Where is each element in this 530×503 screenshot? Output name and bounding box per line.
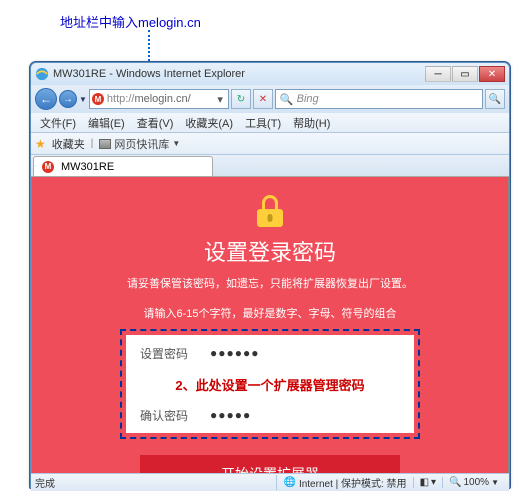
address-bar[interactable]: M http:// melogin.cn/ ▾ (89, 89, 229, 109)
maximize-button[interactable]: ▭ (452, 66, 478, 82)
window-controls: ─ ▭ ✕ (425, 66, 505, 82)
menu-file[interactable]: 文件(F) (35, 113, 81, 133)
ie-window: MW301RE - Windows Internet Explorer ─ ▭ … (30, 62, 510, 488)
favorites-star-icon[interactable]: ★ (35, 137, 46, 151)
page-subtitle: 请妥善保管该密码，如遗忘，只能将扩展器恢复出厂设置。 (32, 275, 508, 291)
search-placeholder: Bing (297, 93, 319, 105)
window-title: MW301RE - Windows Internet Explorer (53, 68, 425, 80)
search-icon: 🔍 (280, 93, 294, 106)
zoom-control[interactable]: 🔍 100% ▼ (442, 477, 505, 488)
tab-label: MW301RE (61, 161, 114, 173)
url-scheme: http:// (107, 93, 135, 105)
feed-icon (99, 139, 111, 149)
browser-tab[interactable]: M MW301RE (33, 156, 213, 176)
nav-dropdown-icon[interactable]: ▼ (79, 95, 87, 104)
lock-icon (255, 195, 285, 225)
back-button[interactable]: ← (35, 88, 57, 110)
zoom-value: 100% (464, 477, 490, 488)
password-input[interactable]: ●●●●●● (210, 346, 260, 360)
site-favicon-icon: M (92, 93, 104, 105)
favorites-label[interactable]: 收藏夹 (52, 136, 85, 152)
menu-help[interactable]: 帮助(H) (288, 113, 335, 133)
stop-button[interactable]: ✕ (253, 89, 273, 109)
titlebar: MW301RE - Windows Internet Explorer ─ ▭ … (31, 63, 509, 85)
refresh-button[interactable]: ↻ (231, 89, 251, 109)
page-title: 设置登录密码 (32, 235, 508, 267)
password-row: 设置密码 ●●●●●● (126, 335, 414, 371)
confirm-label: 确认密码 (140, 407, 210, 424)
nav-toolbar: ← → ▼ M http:// melogin.cn/ ▾ ↻ ✕ 🔍 Bing… (31, 85, 509, 113)
globe-icon: 🌐 (283, 477, 295, 488)
search-box[interactable]: 🔍 Bing (275, 89, 483, 109)
confirm-input[interactable]: ●●●●● (210, 408, 251, 422)
page-content: 设置登录密码 请妥善保管该密码，如遗忘，只能将扩展器恢复出厂设置。 请输入6-1… (31, 177, 509, 473)
menu-favorites[interactable]: 收藏夹(A) (180, 113, 238, 133)
favorites-item-label: 网页快讯库 (114, 136, 169, 152)
minimize-button[interactable]: ─ (425, 66, 451, 82)
zoom-icon: 🔍 (449, 477, 461, 488)
url-host: melogin.cn/ (134, 93, 214, 105)
submit-button[interactable]: 开始设置扩展器 (140, 455, 400, 473)
zone-text: Internet | 保护模式: 禁用 (299, 475, 407, 490)
password-form: 设置密码 ●●●●●● 2、此处设置一个扩展器管理密码 确认密码 ●●●●● (120, 329, 420, 439)
tab-bar: M MW301RE (31, 155, 509, 177)
status-mode[interactable]: ◧▾ (413, 477, 442, 488)
menu-edit[interactable]: 编辑(E) (83, 113, 130, 133)
page-hint: 请输入6-15个字符，最好是数字、字母、符号的组合 (32, 305, 508, 321)
address-dropdown-icon[interactable]: ▾ (214, 93, 226, 106)
ie-logo-icon (35, 67, 49, 81)
forward-button[interactable]: → (59, 90, 77, 108)
search-go-button[interactable]: 🔍 (485, 89, 505, 109)
menu-tools[interactable]: 工具(T) (240, 113, 286, 133)
mode-icon: ◧ (420, 477, 429, 488)
password-label: 设置密码 (140, 345, 210, 362)
callout-text: 2、此处设置一个扩展器管理密码 (126, 371, 414, 397)
status-zone: 🌐 Internet | 保护模式: 禁用 (276, 475, 412, 490)
close-button[interactable]: ✕ (479, 66, 505, 82)
favorites-bar: ★ 收藏夹 | 网页快讯库 ▼ (31, 133, 509, 155)
annotation-text: 地址栏中输入melogin.cn (60, 12, 201, 31)
tab-favicon-icon: M (42, 161, 54, 173)
status-text: 完成 (35, 475, 276, 490)
favorites-item[interactable]: 网页快讯库 ▼ (99, 136, 180, 152)
status-bar: 完成 🌐 Internet | 保护模式: 禁用 ◧▾ 🔍 100% ▼ (31, 473, 509, 491)
menu-view[interactable]: 查看(V) (132, 113, 179, 133)
menu-bar: 文件(F) 编辑(E) 查看(V) 收藏夹(A) 工具(T) 帮助(H) (31, 113, 509, 133)
confirm-row: 确认密码 ●●●●● (126, 397, 414, 433)
